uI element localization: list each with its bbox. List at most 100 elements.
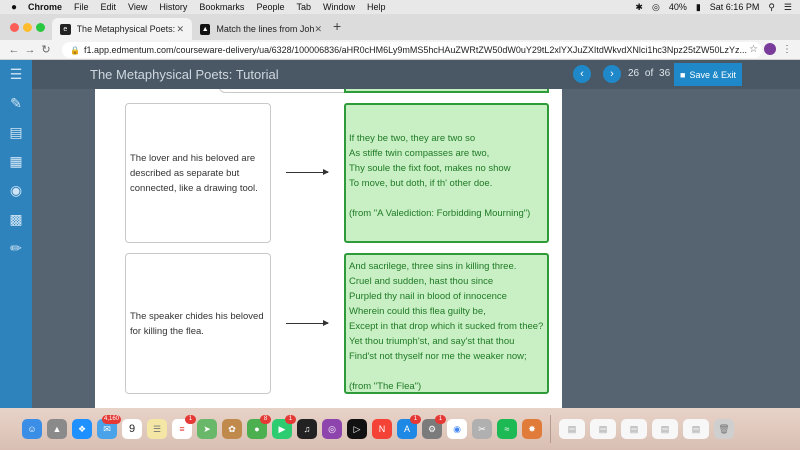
bluetooth-icon[interactable]: ✱: [635, 2, 643, 13]
folder-icon[interactable]: ▤: [0, 118, 32, 147]
dock-divider: [550, 415, 551, 443]
preview-icon[interactable]: ✂: [472, 419, 492, 439]
mail-icon[interactable]: ✉ 4,160: [97, 415, 121, 439]
save-icon: ■: [680, 69, 686, 80]
next-page-button[interactable]: ›: [603, 65, 621, 83]
finder-icon[interactable]: ☺: [22, 419, 42, 439]
menu-file[interactable]: File: [74, 2, 89, 12]
profile-avatar[interactable]: [764, 43, 776, 55]
star-icon[interactable]: ☆: [749, 44, 758, 55]
poem-line: Purpled thy nail in blood of innocence: [349, 291, 507, 302]
brainly-favicon-icon: ▲: [200, 23, 211, 35]
battery-percent[interactable]: 40%: [669, 2, 687, 12]
url-text: f1.app.edmentum.com/courseware-delivery/…: [84, 45, 747, 55]
tab-brainly[interactable]: ▲ Match the lines from John Don ✕: [192, 18, 330, 40]
menu-view[interactable]: View: [128, 2, 147, 12]
appstore-badge: 1: [410, 415, 421, 424]
trash-icon[interactable]: 🗑: [714, 419, 734, 439]
edmentum-favicon-icon: e: [60, 23, 71, 35]
menu-bookmarks[interactable]: Bookmarks: [199, 2, 244, 12]
calendar-icon[interactable]: 9: [122, 419, 142, 439]
answer-tile[interactable]: If they be two, they are two so As stiff…: [344, 103, 549, 243]
line-spacer: [349, 364, 544, 379]
clock[interactable]: Sat 6:16 PM: [710, 2, 760, 12]
battery-icon[interactable]: ▮: [696, 2, 701, 13]
new-tab-button[interactable]: +: [333, 18, 341, 34]
calculator-icon[interactable]: ▦: [0, 147, 32, 176]
menu-app-name[interactable]: Chrome: [28, 2, 62, 12]
notes-icon[interactable]: ✎: [0, 89, 32, 118]
photos-icon[interactable]: ✿: [222, 419, 242, 439]
macos-menu-bar: ● Chrome File Edit View History Bookmark…: [0, 0, 800, 14]
spotify-icon[interactable]: ≈: [497, 419, 517, 439]
line-spacer: [349, 191, 544, 206]
window-zoom-button[interactable]: [36, 23, 45, 32]
audio-icon[interactable]: ◉: [0, 176, 32, 205]
system-preferences-icon[interactable]: ⚙ 1: [422, 415, 446, 439]
browser-toolbar: ← → ↻ 🔒 f1.app.edmentum.com/courseware-d…: [0, 40, 800, 60]
mail-badge: 4,160: [101, 415, 121, 424]
prompt-box[interactable]: The lover and his beloved are described …: [125, 103, 271, 243]
launchpad-icon[interactable]: ▲: [47, 419, 67, 439]
tab-title: Match the lines from John Don: [216, 24, 315, 34]
spotlight-icon[interactable]: ⚲: [768, 2, 775, 13]
document-thumbnail-icon[interactable]: ▤: [683, 419, 709, 439]
pencil-icon[interactable]: ✏: [0, 234, 32, 263]
close-tab-icon[interactable]: ✕: [314, 24, 322, 35]
prompt-text: The lover and his beloved are described …: [130, 152, 258, 194]
news-icon[interactable]: N: [372, 419, 392, 439]
messages-badge: 8: [260, 415, 271, 424]
window-minimize-button[interactable]: [23, 23, 32, 32]
menu-people[interactable]: People: [256, 2, 284, 12]
forward-icon[interactable]: →: [22, 44, 38, 56]
facetime-icon[interactable]: ▶ 1: [272, 415, 296, 439]
facetime-badge: 1: [285, 415, 296, 424]
menu-edit[interactable]: Edit: [101, 2, 117, 12]
prompt-box[interactable]: The speaker chides his beloved for killi…: [125, 253, 271, 394]
address-bar[interactable]: 🔒 f1.app.edmentum.com/courseware-deliver…: [62, 42, 762, 58]
save-exit-button[interactable]: ■ Save & Exit: [674, 63, 742, 86]
podcasts-icon[interactable]: ◎: [322, 419, 342, 439]
status-area: ✱ ◎ 40% ▮ Sat 6:16 PM ⚲ ☰: [635, 2, 800, 13]
document-thumbnail-icon[interactable]: ▤: [559, 419, 585, 439]
chrome-icon[interactable]: ◉: [447, 419, 467, 439]
match-arrow-icon: [286, 320, 329, 326]
list-icon[interactable]: ☰: [0, 60, 32, 89]
menu-dots-icon[interactable]: ⋮: [782, 44, 792, 55]
document-thumbnail-icon[interactable]: ▤: [652, 419, 678, 439]
menu-history[interactable]: History: [159, 2, 187, 12]
document-thumbnail-icon[interactable]: ▤: [590, 419, 616, 439]
tab-edmentum[interactable]: e The Metaphysical Poets: Tutori ✕: [52, 18, 192, 40]
apple-icon[interactable]: ●: [8, 2, 20, 13]
maps-icon[interactable]: ➤: [197, 419, 217, 439]
back-icon[interactable]: ←: [6, 44, 22, 56]
media-icon[interactable]: ▩: [0, 205, 32, 234]
close-tab-icon[interactable]: ✕: [176, 24, 184, 35]
lesson-header: The Metaphysical Poets: Tutorial ‹ › 26 …: [32, 60, 800, 89]
macos-dock: ☺ ▲ ❖ ✉ 4,160 9 ☰ ≡ 1 ➤ ✿ ● 8 ▶ 1 ♫ ◎ ▷ N A1…: [0, 408, 800, 450]
poem-line: And sacrilege, three sins in killing thr…: [349, 261, 517, 272]
music-icon[interactable]: ♫: [297, 419, 317, 439]
document-thumbnail-icon[interactable]: ▤: [621, 419, 647, 439]
previous-page-button[interactable]: ‹: [573, 65, 591, 83]
photo-app-icon[interactable]: ✸: [522, 419, 542, 439]
menu-tab[interactable]: Tab: [296, 2, 311, 12]
menu-help[interactable]: Help: [367, 2, 386, 12]
answer-tile[interactable]: And sacrilege, three sins in killing thr…: [344, 253, 549, 394]
menu-window[interactable]: Window: [323, 2, 355, 12]
window-close-button[interactable]: [10, 23, 19, 32]
poem-line: As stiffe twin compasses are two,: [349, 148, 490, 159]
match-arrow-icon: [286, 169, 329, 175]
app-store-icon[interactable]: A1: [397, 415, 421, 439]
control-center-icon[interactable]: ☰: [784, 2, 792, 13]
tv-icon[interactable]: ▷: [347, 419, 367, 439]
reminders-icon[interactable]: ≡ 1: [172, 415, 196, 439]
messages-icon[interactable]: ● 8: [247, 415, 271, 439]
safari-icon[interactable]: ❖: [72, 419, 92, 439]
browser-tab-strip: e The Metaphysical Poets: Tutori ✕ ▲ Mat…: [0, 14, 800, 40]
reload-icon[interactable]: ↻: [38, 43, 54, 56]
lock-icon[interactable]: 🔒: [70, 46, 80, 55]
notes-app-icon[interactable]: ☰: [147, 419, 167, 439]
wifi-icon[interactable]: ◎: [652, 2, 660, 13]
poem-line: Wherein could this flea guilty be,: [349, 306, 486, 317]
